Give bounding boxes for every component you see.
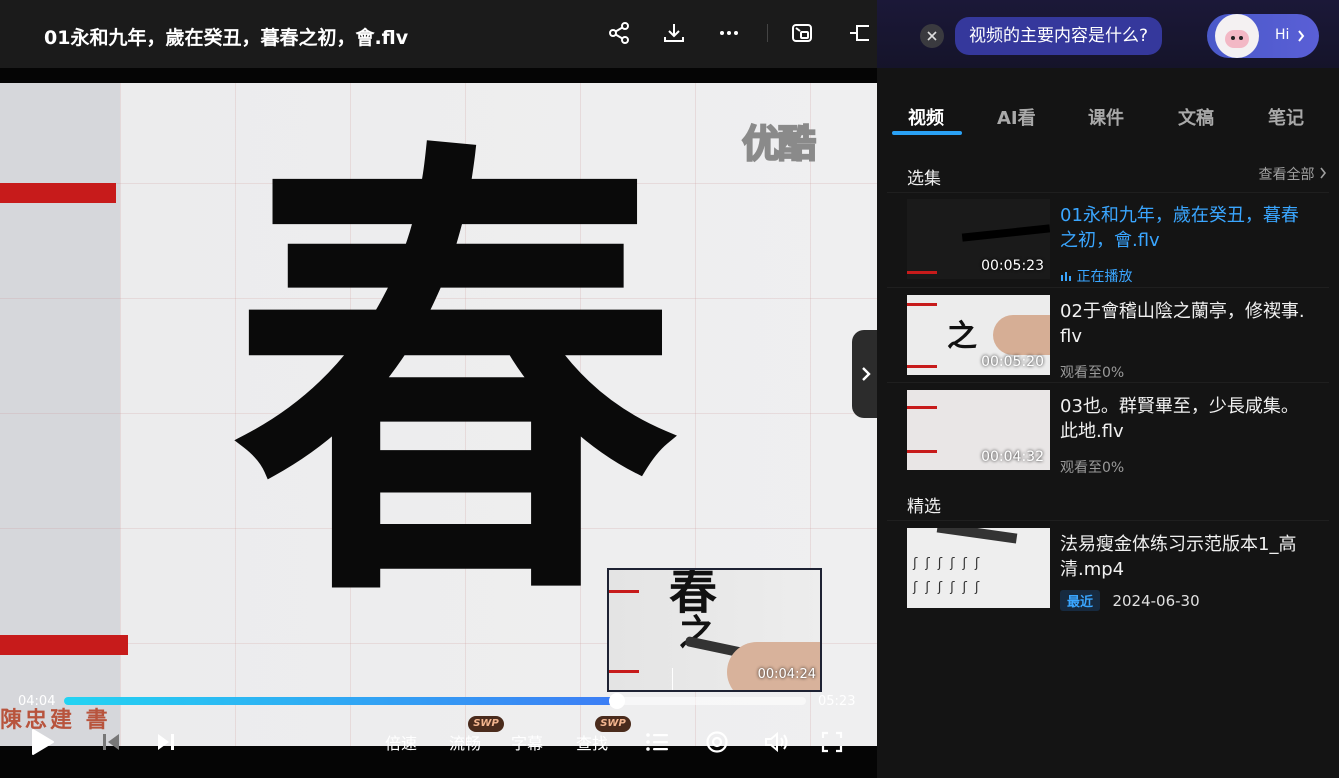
total-time: 05:23 <box>818 694 856 709</box>
recent-badge: 最近 <box>1060 590 1101 611</box>
collapse-panel-icon[interactable] <box>846 20 872 46</box>
see-all-label: 查看全部 <box>1258 167 1315 183</box>
playlist-item[interactable]: 之 00:05:20 02于會稽山陰之蘭亭，修禊事.flv 观看至0% <box>887 289 1329 381</box>
progress-bar[interactable] <box>64 693 806 709</box>
ai-hi-label: Hi <box>1275 27 1290 43</box>
playlist-item[interactable]: 00:05:23 01永和九年，歲在癸丑，暮春之初，會.flv 正在播放 <box>887 193 1329 285</box>
play-button[interactable] <box>28 728 56 756</box>
preview-timestamp: 00:04:24 <box>757 667 816 682</box>
progress-handle[interactable] <box>608 693 625 709</box>
episode-status: 观看至0% <box>1060 365 1125 381</box>
youku-watermark: 优酷 <box>741 121 817 167</box>
episode-title: 03也。群賢畢至，少長咸集。此地.flv <box>1060 396 1299 442</box>
episode-thumbnail: 00:05:23 <box>907 199 1050 279</box>
fullscreen-icon <box>821 731 843 753</box>
play-icon <box>32 729 54 755</box>
skip-next-icon <box>158 734 174 750</box>
picture-in-picture-icon[interactable] <box>789 20 815 46</box>
subtitles-button[interactable]: 字幕 <box>511 730 543 754</box>
episode-duration: 00:05:23 <box>981 258 1044 274</box>
featured-date: 2024-06-30 <box>1112 592 1200 610</box>
calligraphy-character: 春 <box>231 102 679 654</box>
expand-side-tab[interactable] <box>852 330 877 418</box>
close-icon <box>927 31 937 41</box>
episode-status-text: 正在播放 <box>1076 269 1133 285</box>
previous-button[interactable] <box>98 728 124 756</box>
episodes-section-title: 选集 <box>907 169 941 189</box>
side-panel: 视频的主要内容是什么? Hi 视频 AI看 课件 文稿 笔记 选集 查看全部 0… <box>877 0 1339 778</box>
playback-speed-button[interactable]: 倍速 <box>385 730 417 754</box>
see-all-link[interactable]: 查看全部 <box>1259 164 1327 184</box>
tab-transcript[interactable]: 文稿 <box>1178 104 1214 130</box>
eye-target-icon <box>706 731 728 753</box>
chevron-right-icon <box>862 367 871 381</box>
featured-thumbnail: ʃʃʃʃʃʃ ʃʃʃʃʃʃ <box>907 528 1050 608</box>
episode-status: 正在播放 <box>1060 266 1132 286</box>
progress-fill <box>64 697 617 705</box>
tab-video[interactable]: 视频 <box>908 104 944 130</box>
red-margin-line <box>0 635 128 655</box>
tab-courseware[interactable]: 课件 <box>1088 104 1124 130</box>
episode-thumbnail: 之 00:05:20 <box>907 295 1050 375</box>
toolbar-divider <box>767 24 768 42</box>
ai-suggested-question[interactable]: 视频的主要内容是什么? <box>955 17 1163 55</box>
ai-assistant-bar: 视频的主要内容是什么? Hi <box>877 0 1339 68</box>
quality-button[interactable]: 流畅 <box>449 730 481 754</box>
red-margin-line <box>0 183 116 203</box>
download-icon[interactable] <box>661 20 687 46</box>
video-title: 01永和九年，歲在癸丑，暮春之初，會.flv <box>44 27 409 49</box>
skip-previous-icon <box>103 734 119 750</box>
episode-status: 观看至0% <box>1060 460 1125 476</box>
volume-button[interactable] <box>762 728 790 756</box>
episode-duration: 00:04:32 <box>981 449 1044 465</box>
featured-meta: 最近 2024-06-30 <box>1060 590 1200 611</box>
active-tab-indicator <box>892 131 962 135</box>
playlist-item[interactable]: 00:04:32 03也。群賢畢至，少長咸集。此地.flv 观看至0% <box>887 384 1329 476</box>
tab-ai-watch[interactable]: AI看 <box>997 104 1036 130</box>
next-button[interactable] <box>153 728 179 756</box>
more-icon[interactable] <box>716 20 742 46</box>
close-suggestion-button[interactable] <box>920 24 944 48</box>
ai-avatar-icon <box>1215 14 1259 58</box>
episode-duration: 00:05:20 <box>981 354 1044 370</box>
fullscreen-button[interactable] <box>819 728 845 756</box>
episode-title: 02于會稽山陰之蘭亭，修禊事.flv <box>1060 301 1305 347</box>
share-icon[interactable] <box>606 20 632 46</box>
ai-assistant-button[interactable]: Hi <box>1207 14 1319 58</box>
danmaku-button[interactable] <box>704 728 730 756</box>
list-icon <box>646 733 668 751</box>
search-button[interactable]: 查找 <box>576 730 608 754</box>
seek-preview-thumbnail: 春 之 00:04:24 <box>607 568 822 692</box>
volume-icon <box>765 731 788 753</box>
playlist-button[interactable] <box>644 728 670 756</box>
tab-notes[interactable]: 笔记 <box>1268 104 1304 130</box>
chevron-right-icon <box>1320 167 1327 179</box>
featured-section-title: 精选 <box>907 497 941 517</box>
featured-title: 法易瘦金体练习示范版本1_高清.mp4 <box>1060 534 1297 580</box>
episode-title: 01永和九年，歲在癸丑，暮春之初，會.flv <box>1060 205 1299 251</box>
playing-bars-icon <box>1061 272 1071 281</box>
featured-item[interactable]: ʃʃʃʃʃʃ ʃʃʃʃʃʃ 法易瘦金体练习示范版本1_高清.mp4 最近 202… <box>887 522 1329 611</box>
video-header: 01永和九年，歲在癸丑，暮春之初，會.flv <box>0 0 877 68</box>
episode-thumbnail: 00:04:32 <box>907 390 1050 470</box>
current-time: 04:04 <box>18 694 56 709</box>
chevron-right-icon <box>1298 30 1305 42</box>
video-player[interactable]: 优酷 春 陳忠建 書 春 之 00:04:24 04:04 05:23 倍速 S… <box>0 68 877 778</box>
